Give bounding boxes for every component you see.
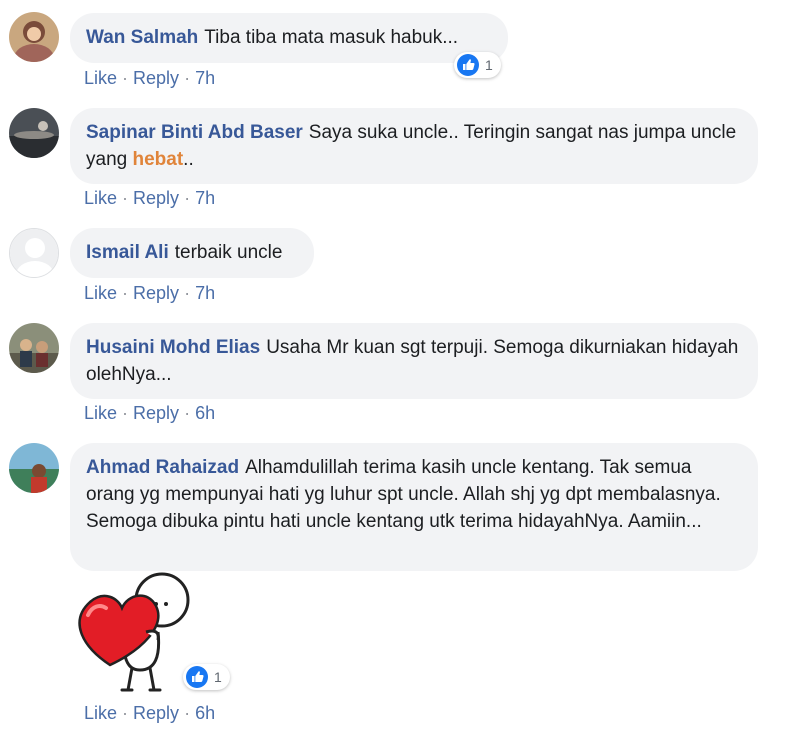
comment-highlight[interactable]: hebat [132,149,183,170]
reply-link[interactable]: Reply [133,403,179,423]
comment-actions: Like · Reply · 7h [84,283,216,303]
avatar[interactable] [9,12,59,62]
comment-actions: Like · Reply · 7h [84,188,216,208]
comment-timestamp[interactable]: 7h [195,188,215,208]
reply-link[interactable]: Reply [133,68,179,88]
comment-bubble: Husaini Mohd Elias Usaha Mr kuan sgt terp… [70,323,758,399]
comment-author[interactable]: Ismail Ali [86,242,169,263]
comment-bubble: Sapinar Binti Abd Baser Saya suka uncle..… [70,108,758,184]
comment-actions: Like · Reply · 6h [84,703,216,723]
reply-link[interactable]: Reply [133,703,179,723]
comment-actions: Like · Reply · 6h [84,403,216,423]
avatar[interactable] [9,228,59,278]
comment-bubble: Ismail Ali terbaik uncle [70,228,314,278]
avatar[interactable] [9,323,59,373]
like-link[interactable]: Like [84,188,117,208]
comment-timestamp[interactable]: 6h [195,403,215,423]
comment-timestamp[interactable]: 7h [195,68,215,88]
comment-timestamp[interactable]: 7h [195,283,215,303]
comment-bubble: Wan Salmah Tiba tiba mata masuk habuk... [70,13,508,63]
like-link[interactable]: Like [84,403,117,423]
reply-link[interactable]: Reply [133,283,179,303]
avatar[interactable] [9,443,59,493]
reaction-badge[interactable]: 1 [183,664,230,690]
comment-timestamp[interactable]: 6h [195,703,215,723]
comment-text-end: .. [183,149,194,170]
comment-text: Tiba tiba mata masuk habuk... [204,27,459,48]
comment-author[interactable]: Ahmad Rahaizad [86,457,239,478]
like-icon [457,54,479,76]
reaction-count: 1 [214,669,222,685]
avatar[interactable] [9,108,59,158]
reaction-count: 1 [485,57,493,73]
comment-author[interactable]: Husaini Mohd Elias [86,337,260,358]
like-link[interactable]: Like [84,703,117,723]
comment-bubble: Ahmad Rahaizad Alhamdulillah terima kasih… [70,443,758,571]
comment-actions: Like · Reply · 7h [84,68,216,88]
reply-link[interactable]: Reply [133,188,179,208]
comment-text: terbaik uncle [174,242,283,263]
comment-author[interactable]: Wan Salmah [86,27,198,48]
reaction-badge[interactable]: 1 [454,52,501,78]
like-link[interactable]: Like [84,283,117,303]
comment-author[interactable]: Sapinar Binti Abd Baser [86,122,303,143]
like-icon [186,666,208,688]
like-link[interactable]: Like [84,68,117,88]
